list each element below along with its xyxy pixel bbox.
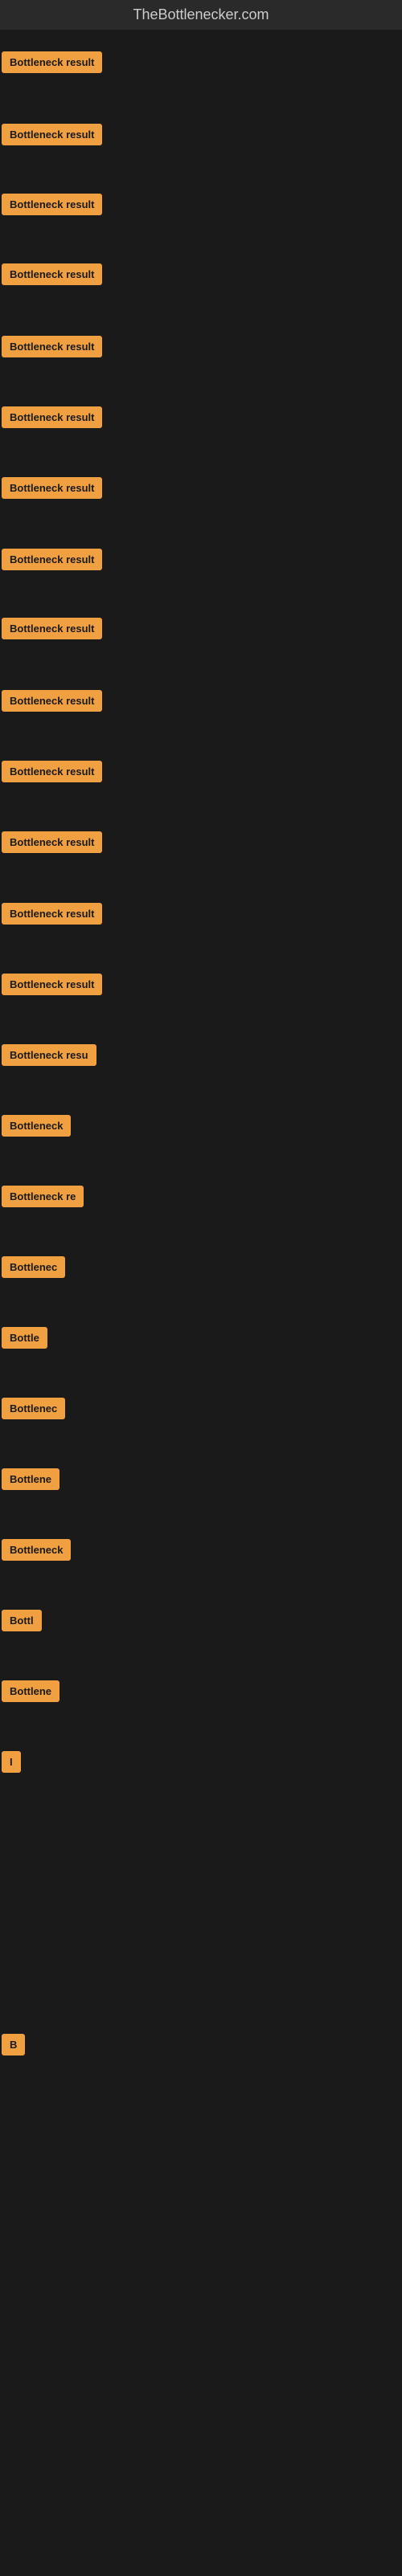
- bottleneck-badge: Bottleneck result: [2, 761, 102, 782]
- bottleneck-badge: Bottlene: [2, 1680, 59, 1702]
- bottleneck-result-item: Bottleneck result: [2, 761, 102, 782]
- bottleneck-result-item: Bottlene: [2, 1468, 59, 1490]
- bottleneck-badge: Bottleneck result: [2, 263, 102, 285]
- bottleneck-result-item: Bottleneck result: [2, 974, 102, 995]
- bottleneck-badge: Bottlenec: [2, 1398, 65, 1419]
- bottleneck-badge: I: [2, 1751, 21, 1773]
- bottleneck-badge: Bottleneck result: [2, 549, 102, 570]
- bottleneck-badge: Bottleneck result: [2, 124, 102, 145]
- bottleneck-badge: Bottl: [2, 1610, 42, 1631]
- bottleneck-badge: Bottleneck: [2, 1539, 71, 1561]
- bottleneck-badge: Bottleneck result: [2, 618, 102, 639]
- bottleneck-badge: Bottlene: [2, 1468, 59, 1490]
- bottleneck-result-item: Bottlene: [2, 1680, 59, 1702]
- bottleneck-result-item: Bottleneck resu: [2, 1044, 96, 1066]
- bottleneck-result-item: Bottleneck result: [2, 618, 102, 639]
- bottleneck-result-item: I: [2, 1751, 21, 1773]
- bottleneck-result-item: Bottleneck result: [2, 124, 102, 145]
- bottleneck-badge: Bottleneck result: [2, 194, 102, 215]
- bottleneck-result-item: Bottleneck re: [2, 1186, 84, 1207]
- bottleneck-badge: Bottleneck result: [2, 51, 102, 73]
- bottleneck-badge: Bottlenec: [2, 1256, 65, 1278]
- bottleneck-result-item: Bottleneck result: [2, 831, 102, 853]
- bottleneck-result-item: Bottleneck result: [2, 690, 102, 712]
- bottleneck-result-item: Bottleneck result: [2, 903, 102, 925]
- bottleneck-badge: Bottleneck result: [2, 406, 102, 428]
- bottleneck-badge: Bottleneck re: [2, 1186, 84, 1207]
- bottleneck-badge: Bottleneck: [2, 1115, 71, 1137]
- bottleneck-badge: Bottleneck result: [2, 336, 102, 357]
- bottleneck-result-item: Bottle: [2, 1327, 47, 1349]
- bottleneck-result-item: Bottleneck result: [2, 263, 102, 285]
- bottleneck-result-item: B: [2, 2034, 25, 2055]
- bottleneck-badge: Bottleneck result: [2, 903, 102, 925]
- bottleneck-badge: Bottle: [2, 1327, 47, 1349]
- bottleneck-badge: B: [2, 2034, 25, 2055]
- site-title: TheBottlenecker.com: [0, 0, 402, 30]
- bottleneck-result-item: Bottlenec: [2, 1256, 65, 1278]
- bottleneck-result-item: Bottleneck: [2, 1539, 71, 1561]
- bottleneck-badge: Bottleneck result: [2, 690, 102, 712]
- bottleneck-badge: Bottleneck result: [2, 831, 102, 853]
- bottleneck-result-item: Bottl: [2, 1610, 42, 1631]
- bottleneck-result-item: Bottleneck result: [2, 406, 102, 428]
- bottleneck-result-item: Bottleneck result: [2, 51, 102, 73]
- bottleneck-result-item: Bottleneck result: [2, 477, 102, 499]
- bottleneck-badge: Bottleneck resu: [2, 1044, 96, 1066]
- bottleneck-result-item: Bottleneck result: [2, 336, 102, 357]
- bottleneck-result-item: Bottleneck result: [2, 194, 102, 215]
- bottleneck-badge: Bottleneck result: [2, 974, 102, 995]
- bottleneck-result-item: Bottleneck: [2, 1115, 71, 1137]
- bottleneck-result-item: Bottlenec: [2, 1398, 65, 1419]
- bottleneck-result-item: Bottleneck result: [2, 549, 102, 570]
- bottleneck-badge: Bottleneck result: [2, 477, 102, 499]
